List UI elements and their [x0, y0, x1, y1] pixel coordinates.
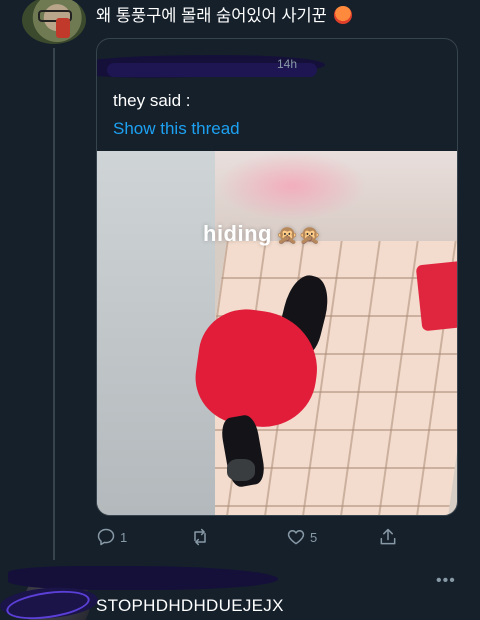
reply-icon — [97, 528, 115, 546]
video-light-glow — [217, 151, 367, 221]
quoted-tweet-video[interactable]: hiding 🙊🙊 — [97, 151, 457, 515]
reply-tweet-text: 왜 통풍구에 몰래 숨어있어 사기꾼 — [96, 6, 353, 26]
reply-action[interactable]: 1 — [96, 524, 127, 550]
thread-connector-line — [53, 48, 55, 560]
video-red-bin — [415, 260, 457, 332]
video-caption-text: hiding — [203, 221, 272, 246]
quoted-tweet-time: 14h — [277, 57, 298, 71]
next-tweet-text: STOPHDHDHDUEJEJX — [96, 596, 284, 615]
reply-text-content: 왜 통풍구에 몰래 숨어있어 사기꾼 — [96, 7, 327, 25]
tweet-action-bar: 1 5 — [96, 524, 416, 550]
redaction-scribble-2 — [8, 566, 278, 590]
video-person-shoe — [227, 459, 255, 481]
show-thread-link[interactable]: Show this thread — [113, 119, 240, 139]
angry-face-icon — [334, 6, 353, 24]
tweet-thread-screen: 왜 통풍구에 몰래 숨어있어 사기꾼 14h they said : Show … — [0, 0, 480, 620]
like-count: 5 — [310, 529, 318, 545]
heart-icon — [287, 530, 305, 545]
quoted-tweet-text: they said : — [113, 91, 191, 110]
video-caption: hiding 🙊🙊 — [203, 221, 322, 247]
monkey-emoji-icon: 🙊🙊 — [275, 225, 322, 245]
like-action[interactable]: 5 — [286, 524, 317, 550]
retweet-icon — [194, 528, 206, 546]
share-action[interactable] — [378, 524, 398, 550]
avatar-phone — [56, 18, 70, 38]
more-options-icon[interactable]: ••• — [436, 572, 456, 590]
user-avatar[interactable] — [22, 0, 86, 44]
quoted-tweet-card[interactable]: 14h they said : Show this thread hiding 🙊… — [96, 38, 458, 516]
reply-count: 1 — [120, 529, 128, 545]
retweet-action[interactable] — [190, 524, 214, 550]
video-stall-wall — [97, 151, 215, 515]
share-icon — [380, 528, 396, 545]
